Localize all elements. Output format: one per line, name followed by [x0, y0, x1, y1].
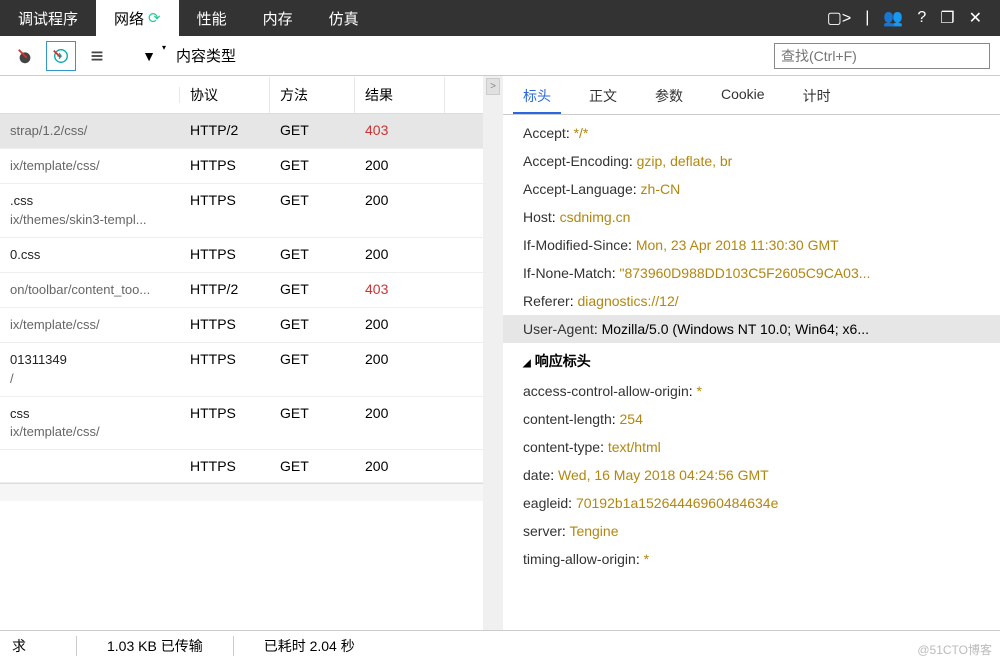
top-bar: 调试程序网络 ⟳性能内存仿真 ▢> | 👥 ? ❐ ✕ [0, 0, 1000, 36]
table-row[interactable]: cssix/template/css/HTTPSGET200 [0, 397, 483, 450]
details-pane: 标头正文参数 Cookie 计时 Accept: */*Accept-Encodin… [503, 76, 1000, 630]
col-protocol[interactable]: 协议 [180, 77, 270, 113]
table-row[interactable]: ix/template/css/HTTPSGET200 [0, 308, 483, 343]
content: 协议 方法 结果 strap/1.2/css/HTTP/2GET403ix/te… [0, 76, 1000, 630]
col-method[interactable]: 方法 [270, 77, 355, 113]
table-row[interactable]: .cssix/themes/skin3-templ...HTTPSGET200 [0, 184, 483, 237]
response-section-header[interactable]: 响应标头 [503, 343, 1000, 377]
tab-内存[interactable]: 内存 [245, 0, 311, 36]
console-icon[interactable]: ▢> [827, 8, 851, 28]
pane-divider[interactable]: > [483, 76, 503, 630]
people-icon[interactable]: 👥 [883, 8, 903, 28]
subtab-4[interactable]: 计时 [793, 80, 841, 114]
subtab-0[interactable]: 标头 [513, 80, 561, 114]
header-line[interactable]: Accept-Language: zh-CN [503, 175, 1000, 203]
header-line[interactable]: User-Agent: Mozilla/5.0 (Windows NT 10.0… [503, 315, 1000, 343]
table-row[interactable]: 0.cssHTTPSGET200 [0, 238, 483, 273]
header-line[interactable]: Referer: diagnostics://12/ [503, 287, 1000, 315]
list-icon[interactable] [82, 41, 112, 71]
status-bar: 求 1.03 KB 已传输 已耗时 2.04 秒 [0, 630, 1000, 660]
record-icon: ⟳ [148, 9, 161, 27]
help-icon[interactable]: ? [917, 9, 926, 27]
main-tabs: 调试程序网络 ⟳性能内存仿真 [0, 0, 377, 36]
content-type-label[interactable]: 内容类型 [170, 45, 236, 66]
table-body[interactable]: strap/1.2/css/HTTP/2GET403ix/template/cs… [0, 114, 483, 483]
table-row[interactable]: on/toolbar/content_too...HTTP/2GET403 [0, 273, 483, 308]
headers-list[interactable]: Accept: */*Accept-Encoding: gzip, deflat… [503, 115, 1000, 630]
header-line[interactable]: timing-allow-origin: * [503, 545, 1000, 573]
header-line[interactable]: If-None-Match: "873960D988DD103C5F2605C9… [503, 259, 1000, 287]
stop-record-icon[interactable] [10, 41, 40, 71]
table-row[interactable]: ix/template/css/HTTPSGET200 [0, 149, 483, 184]
header-line[interactable]: Host: csdnimg.cn [503, 203, 1000, 231]
col-result[interactable]: 结果 [355, 77, 445, 113]
subtab-2[interactable]: 参数 [645, 80, 693, 114]
tab-仿真[interactable]: 仿真 [311, 0, 377, 36]
header-line[interactable]: content-type: text/html [503, 433, 1000, 461]
table-header: 协议 方法 结果 [0, 76, 483, 114]
col-name[interactable] [0, 87, 180, 103]
watermark: @51CTO博客 [917, 641, 992, 658]
table-row[interactable]: 01311349/HTTPSGET200 [0, 343, 483, 396]
search-input[interactable] [774, 43, 990, 69]
header-line[interactable]: Accept-Encoding: gzip, deflate, br [503, 147, 1000, 175]
tab-性能[interactable]: 性能 [179, 0, 245, 36]
toolbar: ▼▾ 内容类型 [0, 36, 1000, 76]
close-icon[interactable]: ✕ [969, 8, 982, 28]
tab-调试程序[interactable]: 调试程序 [0, 0, 96, 36]
status-time: 已耗时 2.04 秒 [264, 636, 385, 656]
header-line[interactable]: Accept: */* [503, 119, 1000, 147]
header-line[interactable]: content-length: 254 [503, 405, 1000, 433]
status-requests: 求 [12, 636, 77, 656]
expand-icon[interactable]: > [486, 78, 500, 95]
subtab-1[interactable]: 正文 [579, 80, 627, 114]
divider-icon: | [865, 9, 869, 27]
status-transferred: 1.03 KB 已传输 [107, 636, 234, 656]
header-line[interactable]: server: Tengine [503, 517, 1000, 545]
detail-tabs: 标头正文参数 Cookie 计时 [503, 76, 1000, 115]
subtab-3[interactable]: Cookie [711, 80, 775, 114]
table-row[interactable]: strap/1.2/css/HTTP/2GET403 [0, 114, 483, 149]
horizontal-scrollbar[interactable] [0, 483, 483, 501]
clear-session-icon[interactable] [46, 41, 76, 71]
header-line[interactable]: access-control-allow-origin: * [503, 377, 1000, 405]
requests-table: 协议 方法 结果 strap/1.2/css/HTTP/2GET403ix/te… [0, 76, 483, 630]
header-line[interactable]: If-Modified-Since: Mon, 23 Apr 2018 11:3… [503, 231, 1000, 259]
filter-icon[interactable]: ▼▾ [134, 41, 164, 71]
header-line[interactable]: eagleid: 70192b1a15264446960484634e [503, 489, 1000, 517]
table-row[interactable]: HTTPSGET200 [0, 450, 483, 483]
undock-icon[interactable]: ❐ [940, 8, 954, 28]
top-icons: ▢> | 👥 ? ❐ ✕ [827, 8, 1000, 28]
header-line[interactable]: date: Wed, 16 May 2018 04:24:56 GMT [503, 461, 1000, 489]
tab-网络[interactable]: 网络 ⟳ [96, 0, 179, 36]
